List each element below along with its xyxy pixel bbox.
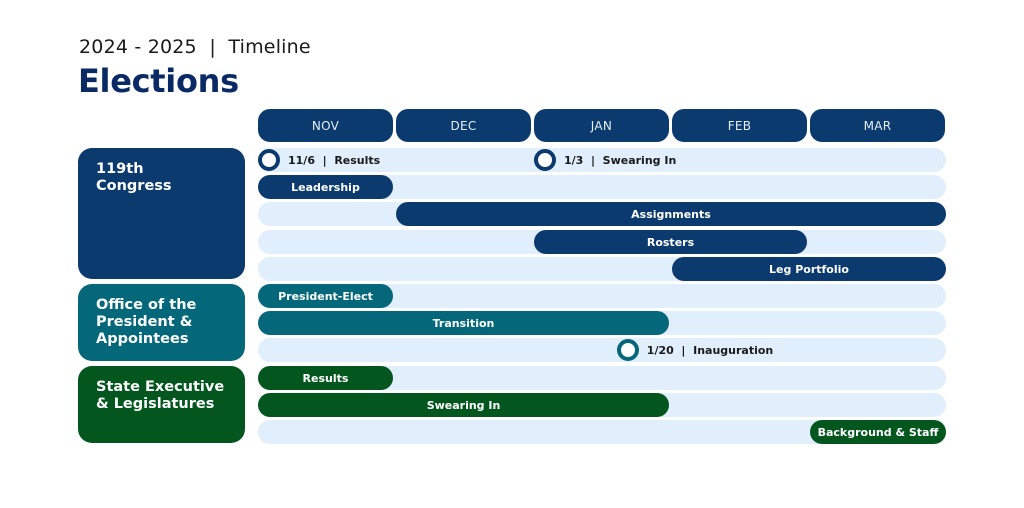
timeline-subtitle: 2024 - 2025 | Timeline (79, 36, 311, 58)
page-title: Elections (78, 62, 239, 100)
month-feb: FEB (672, 109, 807, 142)
group-state: State Executive & Legislatures (78, 366, 245, 443)
timeline-bar[interactable]: Results (258, 366, 393, 390)
timeline-bar[interactable]: President-Elect (258, 284, 393, 308)
timeline-bar[interactable]: Leadership (258, 175, 393, 199)
timeline-track (258, 338, 946, 362)
milestone[interactable]: 1/3 | Swearing In (534, 148, 676, 172)
milestone-circle-icon (258, 149, 280, 171)
group-label-line: Congress (96, 178, 172, 194)
milestone[interactable]: 1/20 | Inauguration (616, 338, 774, 362)
timeline-bar[interactable]: Assignments (396, 202, 946, 226)
milestone[interactable]: 11/6 | Results (258, 148, 380, 172)
timeline-bar[interactable]: Swearing In (258, 393, 669, 417)
milestone-label: 1/3 | Swearing In (564, 153, 677, 167)
timeline-bar[interactable]: Leg Portfolio (672, 257, 946, 281)
group-president: Office of the President & Appointees (78, 284, 245, 361)
milestone-label: 11/6 | Results (288, 153, 381, 167)
month-jan: JAN (534, 109, 669, 142)
month-dec: DEC (396, 109, 531, 142)
month-mar: MAR (810, 109, 945, 142)
group-label-line: Appointees (96, 331, 189, 347)
group-label-line: State Executive (96, 379, 225, 395)
timeline-bar[interactable]: Rosters (534, 230, 807, 254)
group-label-line: 119th (96, 161, 144, 177)
milestone-label: 1/20 | Inauguration (646, 343, 774, 357)
milestone-circle-icon (616, 339, 639, 361)
timeline-bar[interactable]: Transition (258, 311, 669, 335)
group-congress: 119th Congress (78, 148, 245, 279)
group-label-line: Office of the (96, 297, 197, 313)
group-label-line: President & (96, 314, 193, 330)
timeline-bar[interactable]: Background & Staff (810, 420, 946, 444)
month-nov: NOV (258, 109, 393, 142)
milestone-circle-icon (534, 149, 556, 171)
group-label-line: & Legislatures (96, 396, 215, 412)
